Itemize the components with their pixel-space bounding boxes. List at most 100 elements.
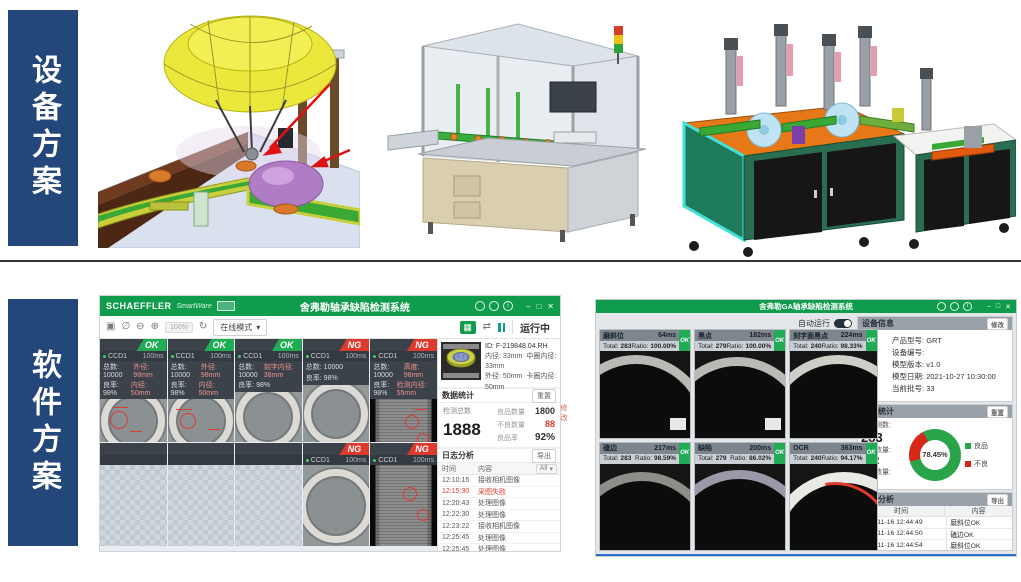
camera-cell-7-empty[interactable] — [168, 443, 235, 546]
equipment-section-title: 设备方案 — [21, 54, 65, 202]
software-section-title: 软件方案 — [21, 349, 65, 497]
stat: 高度: 98mm — [404, 362, 434, 379]
surface-texture-image — [370, 399, 437, 442]
stat: 良率: 98% — [306, 373, 338, 383]
toolbar-divider — [512, 320, 513, 334]
total-value: 283 — [621, 455, 632, 462]
camera-cell-4[interactable]: NG CCD1100ms 总数: 10000 良率: 98% — [303, 339, 370, 442]
camera-cell-8-empty[interactable] — [235, 443, 302, 546]
tile-image — [600, 351, 690, 438]
log-title: 日志分析 — [442, 450, 474, 461]
bearing-3d-thumbnail — [441, 342, 481, 380]
close-icon[interactable]: ✕ — [1005, 303, 1011, 311]
camera-cell-1[interactable]: OK CCD1100ms 总数: 10000外径: 98mm 良率: 98%内径… — [100, 339, 167, 442]
log-row[interactable]: 12:20:43处理图像 — [438, 498, 560, 510]
right-app-titlebar: 舍弗勒GA轴承缺陷检测系统 i – □ ✕ — [596, 300, 1016, 313]
export-button[interactable]: 导出 — [532, 449, 556, 463]
camera-name: CCD1 — [378, 457, 397, 464]
log-row[interactable]: 12:10:15接收相机图像 — [438, 475, 560, 487]
total-value: 279 — [716, 343, 727, 350]
ok-badge: OK — [679, 443, 690, 464]
info-icon[interactable]: i — [963, 302, 972, 311]
log-filter-dropdown[interactable]: All▾ — [536, 464, 557, 474]
pause-button[interactable] — [498, 323, 505, 332]
bearing-image — [168, 399, 235, 442]
camera-icon[interactable]: ▣ — [106, 322, 115, 332]
zoom-in-icon[interactable]: ⊕ — [151, 322, 159, 332]
refresh-icon[interactable]: ↻ — [199, 322, 207, 332]
product-id: ID: F-219848.04.RH — [485, 342, 557, 352]
log-row[interactable]: 2021-11-16 12:44:49磨斜位OK — [858, 517, 1012, 529]
image-view-button[interactable]: ▦ — [460, 321, 476, 334]
brand-chip — [217, 301, 235, 311]
total-label: Total: — [698, 455, 714, 462]
ga-inspection-app-window: 舍弗勒GA轴承缺陷检测系统 i – □ ✕ 自动运行 OK — [596, 300, 1016, 556]
log-row[interactable]: 12:25:45处理图像 — [438, 533, 560, 545]
compare-icon[interactable]: ∅ — [121, 322, 130, 332]
device-field: 产品型号: GRT — [892, 335, 1008, 347]
swap-icon[interactable]: ⇄ — [483, 322, 491, 332]
camera-cell-2[interactable]: OK CCD1100ms 总数: 10000外径: 98mm 良率: 98%内径… — [168, 339, 235, 442]
maximize-icon[interactable]: □ — [996, 303, 1000, 311]
device-fields: 产品型号: GRT 设备编号: 模型版本: v1.0 模型日期: 2021-10… — [858, 330, 1012, 400]
camera-grid: OK CCD1100ms 总数: 10000外径: 98mm 良率: 98%内径… — [100, 339, 438, 551]
log-rows: 12:10:15接收相机图像 12:15:30采图失败 12:20:43处理图像… — [438, 475, 560, 551]
inspection-tiles: OK 磨斜位64ms Total:283Ratio:100.00% OK 黑点1… — [600, 330, 854, 550]
page: 设备方案 软件方案 — [0, 0, 1021, 582]
log-section: 日志分析 导出 时间 内容 All▾ 12:10:15接收相机图像 12:15:… — [438, 449, 560, 551]
mode-dropdown[interactable]: 在线模式 ▾ — [213, 319, 267, 336]
log-row[interactable]: 2021-11-16 12:44:50磕边OK — [858, 529, 1012, 541]
camera-name: CCD1 — [378, 353, 397, 360]
close-icon[interactable]: ✕ — [547, 302, 554, 311]
mode-label: 在线模式 — [220, 322, 252, 333]
ratio-value: 98.33% — [841, 343, 863, 350]
info-icon[interactable]: i — [503, 301, 513, 311]
log-row[interactable]: 2021-11-16 12:44:54磨斜位OK — [858, 540, 1012, 550]
log-row[interactable]: 12:23:22接收相机图像 — [438, 521, 560, 533]
log-row[interactable]: 12:25:45处理图像 — [438, 544, 560, 551]
log-row-error[interactable]: 12:15:30采图失败 — [438, 487, 560, 499]
cell-header: NG — [303, 443, 370, 455]
cell-header: OK — [100, 339, 167, 351]
tile-5[interactable]: OK 缺陷200ms Total:279Ratio:86.02% — [695, 443, 785, 551]
cell-header: NG — [370, 443, 437, 455]
equipment-section-label: 设备方案 — [8, 10, 78, 246]
auto-run-toggle[interactable] — [834, 319, 852, 328]
right-log-section: 日志分析 导出 时间 内容 2021-11-16 12:44:49磨斜位OK 2… — [858, 493, 1012, 550]
zoom-out-icon[interactable]: ⊖ — [136, 322, 144, 332]
camera-cell-5[interactable]: NG CCD1100ms 总数: 10000高度: 98mm 良率: 98%检测… — [370, 339, 437, 442]
cell-cam-row: CCD1100ms — [370, 351, 437, 361]
minimize-icon[interactable]: – — [526, 302, 530, 311]
total-value: 240 — [811, 455, 822, 462]
edit-device-button[interactable]: 修改 — [987, 318, 1008, 330]
tile-6-ocr[interactable]: OK OCR363ms Total:240Ratio:94.17% — [790, 443, 876, 551]
brand-sub-logo: SmartWare — [177, 303, 212, 310]
reset-button[interactable]: 重置 — [987, 406, 1008, 418]
circle-icon-1[interactable] — [937, 302, 946, 311]
ratio-label: Ratio: — [726, 343, 743, 350]
circle-icon-1[interactable] — [475, 301, 485, 311]
tile-4[interactable]: OK 磕边217ms Total:283Ratio:98.59% — [600, 443, 690, 551]
good-count: 1800 — [535, 406, 555, 416]
export-button[interactable]: 导出 — [987, 494, 1008, 506]
maximize-icon[interactable]: □ — [536, 302, 541, 311]
circle-icon-2[interactable] — [489, 301, 499, 311]
camera-cell-9[interactable]: NG CCD1100ms — [303, 443, 370, 546]
camera-name: CCD1 — [311, 457, 330, 464]
stat: 总数: 10000 — [103, 362, 133, 379]
tile-1[interactable]: OK 磨斜位64ms Total:283Ratio:100.00% — [600, 330, 690, 438]
legend-bad-label: 不良 — [974, 459, 988, 469]
camera-cell-3[interactable]: OK CCD1100ms 总数: 10000刻字内径: 38mm 良率: 98% — [235, 339, 302, 442]
minimize-icon[interactable]: – — [987, 303, 991, 311]
camera-cell-10[interactable]: NG CCD1100ms — [370, 443, 437, 546]
reset-button[interactable]: 重置 — [532, 389, 556, 403]
camera-cell-6-empty[interactable] — [100, 443, 167, 546]
col-content: 内容 — [478, 464, 536, 474]
tile-2[interactable]: OK 黑点182ms Total:279Ratio:100.00% — [695, 330, 785, 438]
circle-icon-2[interactable] — [950, 302, 959, 311]
tile-3[interactable]: OK 刻字面黑点224ms Total:240Ratio:98.33% — [790, 330, 876, 438]
log-row[interactable]: 12:22:30处理图像 — [438, 510, 560, 522]
edit-lot-button[interactable]: 修改 — [560, 404, 567, 424]
cycle-time: 100ms — [345, 353, 366, 360]
status-badge: OK — [204, 339, 234, 351]
